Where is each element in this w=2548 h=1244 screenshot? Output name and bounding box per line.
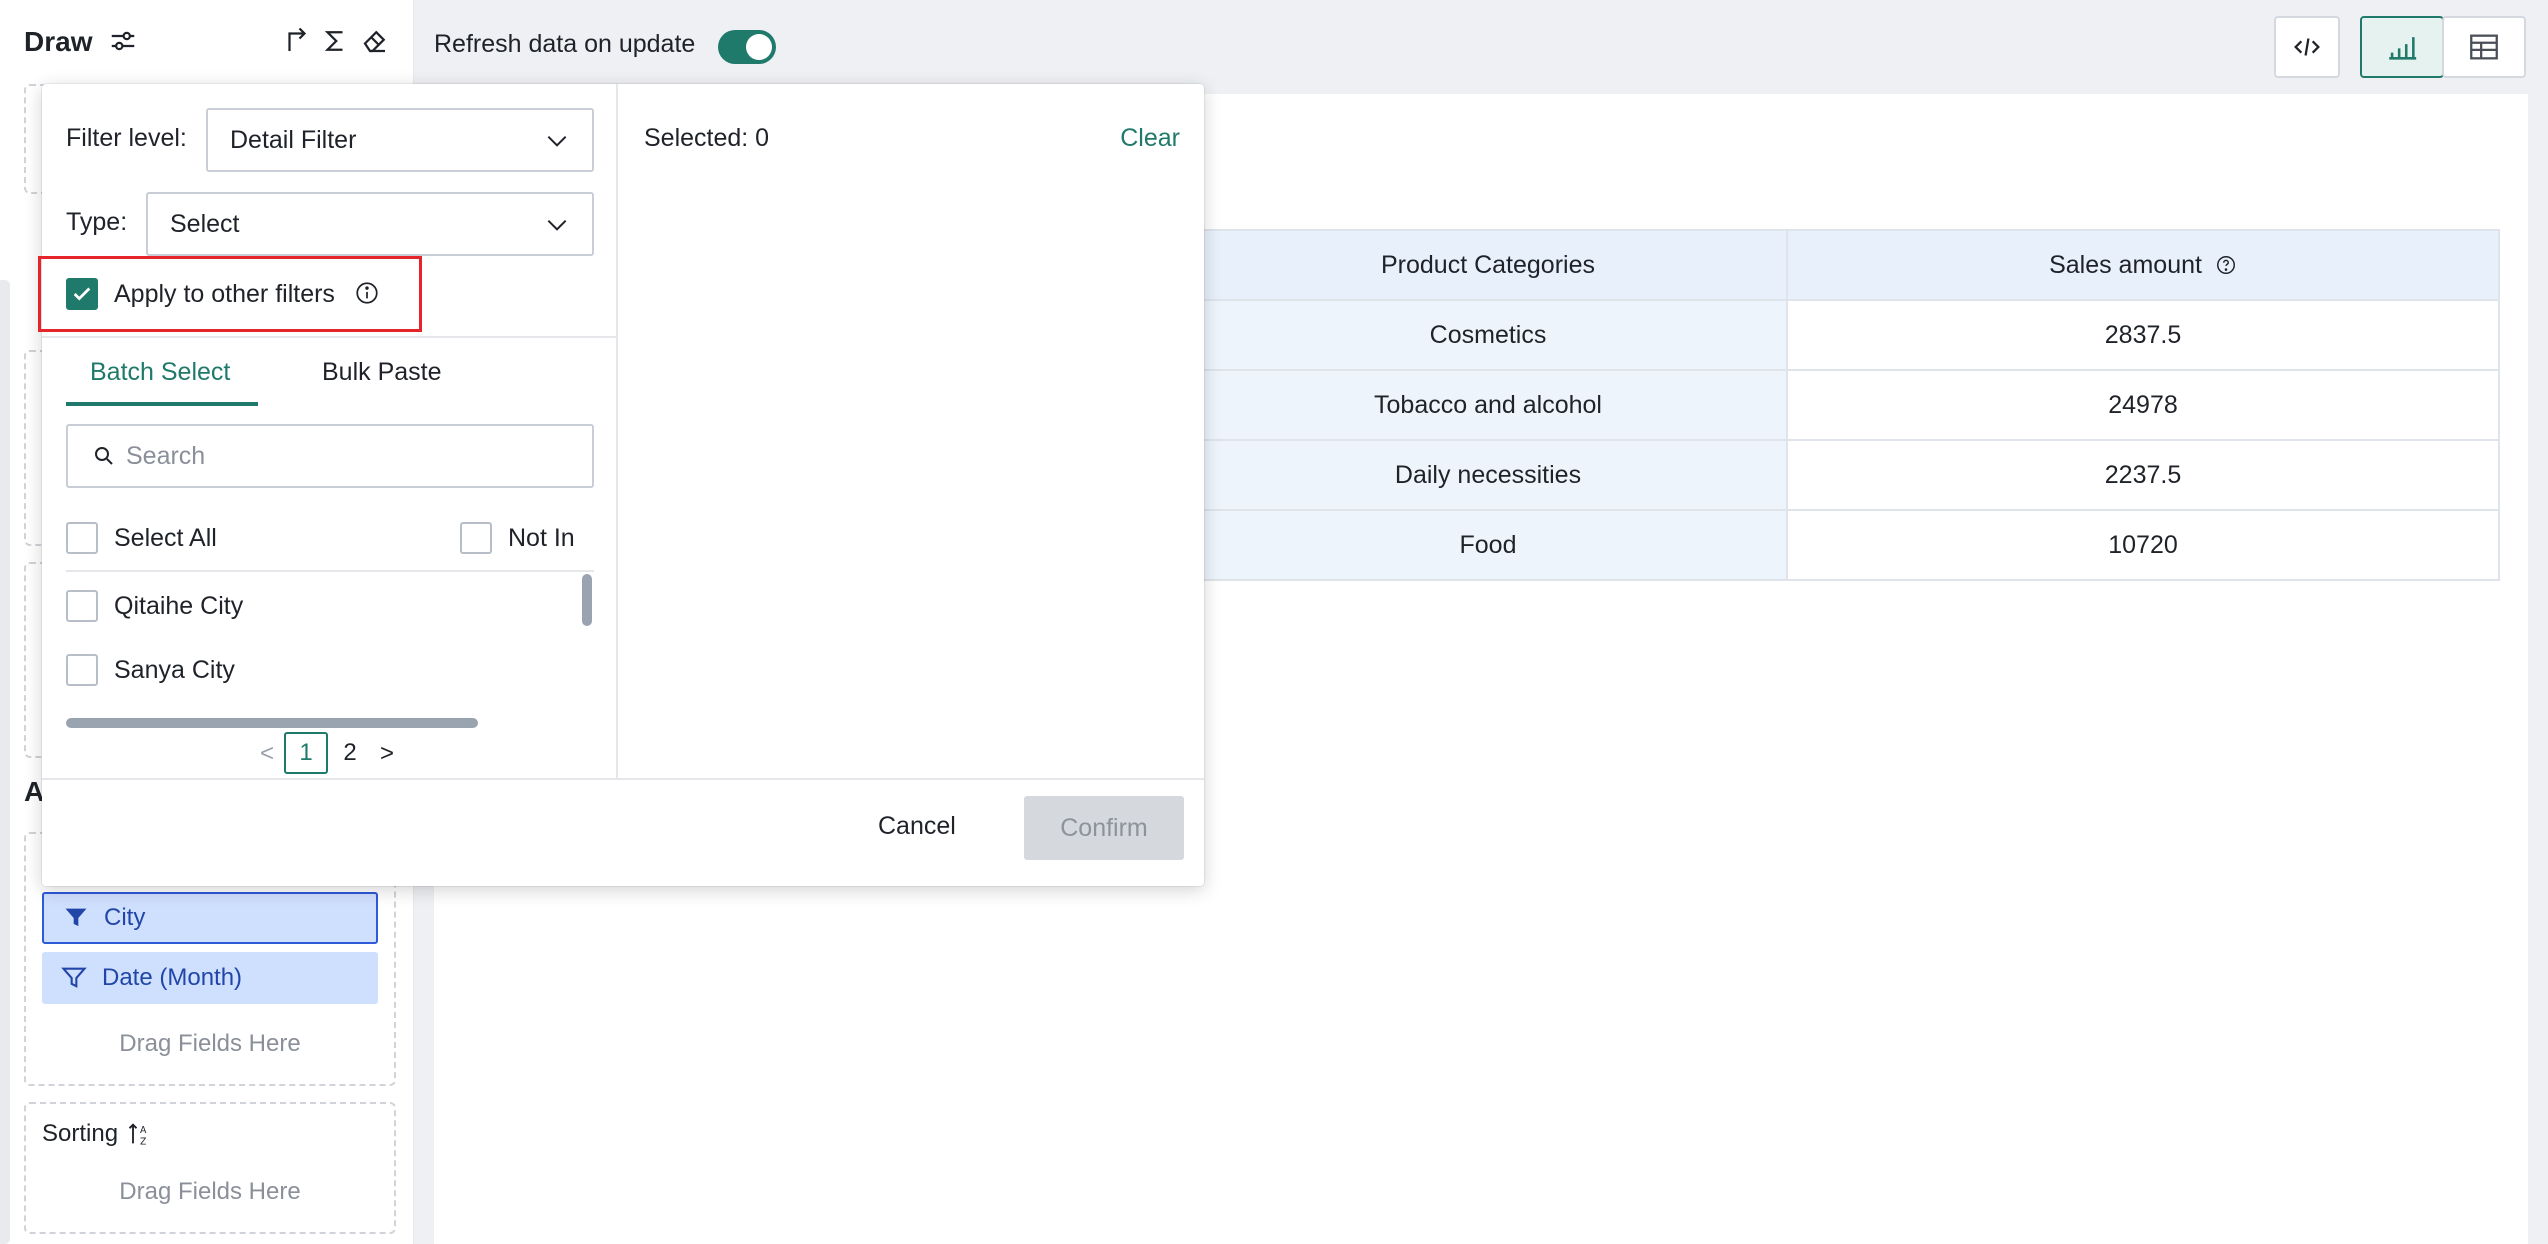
sort-az-icon[interactable]: AZ (126, 1120, 154, 1148)
type-label: Type: (66, 208, 128, 236)
table-cell-sales: 10720 (1786, 509, 2500, 581)
type-value: Select (170, 209, 240, 238)
sorting-title: Sorting AZ (42, 1120, 154, 1148)
table-cell-sales: 24978 (1786, 369, 2500, 441)
filter-chip-city[interactable]: City (42, 892, 378, 944)
bar-chart-icon (2389, 37, 2417, 60)
settings-sliders-icon[interactable] (106, 24, 140, 58)
tab-batch-select[interactable]: Batch Select (90, 358, 230, 387)
table-row: Daily necessities 2237.5 (1188, 439, 2500, 511)
svg-text:A: A (140, 1125, 147, 1136)
list-item-checkbox[interactable] (66, 654, 98, 686)
refresh-label: Refresh data on update (434, 30, 696, 58)
panel-gutter (0, 280, 10, 1244)
apply-other-filters-checkbox[interactable] (66, 278, 98, 310)
list-item-label[interactable]: Qitaihe City (114, 592, 243, 621)
page-1[interactable]: 1 (284, 732, 328, 774)
search-field[interactable] (66, 424, 594, 488)
eraser-icon[interactable] (358, 24, 392, 58)
header-label: Sales amount (2049, 250, 2202, 279)
confirm-button[interactable]: Confirm (1024, 796, 1184, 860)
table-cell-category: Daily necessities (1188, 439, 1788, 511)
table-cell-category: Cosmetics (1188, 299, 1788, 371)
not-in-label: Not In (508, 524, 575, 552)
active-tab-indicator (66, 402, 258, 406)
filter-chip-label: City (104, 904, 146, 931)
filter-level-select[interactable]: Detail Filter (206, 108, 594, 172)
column-header-sales-amount[interactable]: Sales amount (1786, 229, 2500, 301)
chevron-down-icon (547, 135, 567, 147)
clear-link[interactable]: Clear (1120, 124, 1180, 153)
sum-icon[interactable] (318, 24, 352, 58)
table-header-row: Product Categories Sales amount (1188, 229, 2500, 301)
table-cell-category: Tobacco and alcohol (1188, 369, 1788, 441)
svg-text:Z: Z (140, 1137, 146, 1148)
table-cell-sales: 2237.5 (1786, 439, 2500, 511)
panel-title: Draw (24, 26, 93, 57)
filter-options-pane: Filter level: Detail Filter Type: Select… (38, 84, 618, 778)
filter-funnel-filled-icon (65, 908, 87, 927)
confirm-label: Confirm (1060, 813, 1148, 842)
filter-level-label: Filter level: (66, 124, 187, 152)
filter-popup: Filter level: Detail Filter Type: Select… (38, 84, 1204, 886)
not-in-checkbox[interactable] (460, 522, 492, 554)
sorting-label: Sorting (42, 1120, 119, 1147)
table-icon (2470, 34, 2498, 60)
sorting-drag-hint: Drag Fields Here (119, 1178, 301, 1205)
vertical-scrollbar[interactable] (582, 574, 592, 626)
table-cell-category: Food (1188, 509, 1788, 581)
chart-view-button[interactable] (2360, 16, 2444, 78)
table-cell-sales: 2837.5 (1786, 299, 2500, 371)
list-item-label[interactable]: Sanya City (114, 656, 235, 685)
apply-other-filters-label: Apply to other filters (114, 280, 335, 308)
type-select[interactable]: Select (146, 192, 594, 256)
filter-funnel-outline-icon (61, 967, 87, 988)
header-label: Product Categories (1380, 250, 1595, 279)
chevron-down-icon (547, 219, 567, 231)
info-icon[interactable] (354, 280, 380, 306)
list-divider (66, 570, 594, 572)
cancel-button[interactable]: Cancel (878, 812, 956, 841)
selected-count: Selected: 0 (644, 124, 770, 152)
select-all-label: Select All (114, 524, 217, 552)
code-icon (2294, 38, 2320, 56)
table-row: Cosmetics 2837.5 (1188, 299, 2500, 371)
table-row: Food 10720 (1188, 509, 2500, 581)
next-page-icon[interactable]: > (372, 732, 402, 776)
filter-chip-date-month[interactable]: Date (Month) (42, 952, 378, 1004)
selected-pane: Selected: 0 Clear (620, 84, 1204, 778)
app-root: Draw A City Date (Month) Drag Fields Her… (0, 0, 2548, 1244)
table-view-button[interactable] (2442, 16, 2526, 78)
tab-bulk-paste[interactable]: Bulk Paste (322, 358, 442, 387)
filter-level-value: Detail Filter (230, 125, 357, 154)
top-toolbar: Refresh data on update (414, 0, 2548, 94)
column-header-product-categories[interactable]: Product Categories (1188, 229, 1788, 301)
search-input[interactable] (126, 441, 566, 471)
toggle-knob (746, 34, 772, 60)
corner-arrow-icon[interactable] (280, 24, 314, 58)
list-item-checkbox[interactable] (66, 590, 98, 622)
filters-drag-hint: Drag Fields Here (119, 1030, 301, 1057)
section-divider (42, 336, 618, 338)
search-icon (95, 447, 113, 465)
select-all-checkbox[interactable] (66, 522, 98, 554)
horizontal-scrollbar[interactable] (66, 718, 478, 728)
popup-footer: Cancel Confirm (42, 778, 1204, 886)
page-2[interactable]: 2 (328, 732, 372, 774)
checkmark-icon (73, 287, 91, 301)
data-table: Product Categories Sales amount Cosmetic… (1188, 229, 2500, 581)
filter-chip-label: Date (Month) (102, 964, 243, 991)
table-row: Tobacco and alcohol 24978 (1188, 369, 2500, 441)
prev-page-icon[interactable]: < (252, 732, 282, 776)
code-view-button[interactable] (2274, 16, 2340, 78)
refresh-toggle[interactable] (718, 30, 776, 64)
help-circle-icon[interactable] (2215, 254, 2237, 276)
